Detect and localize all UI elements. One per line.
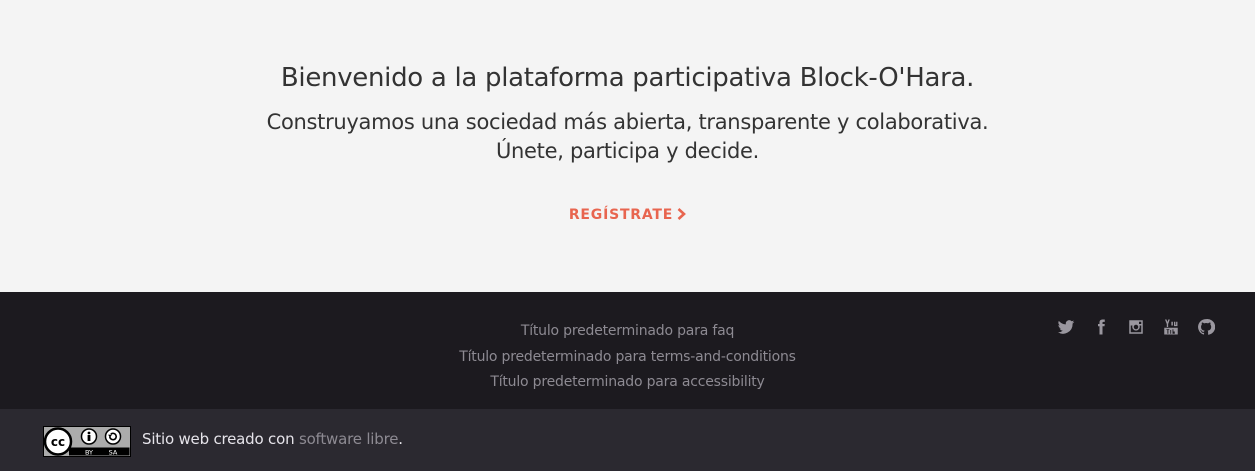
instagram-icon[interactable]: [1127, 318, 1145, 336]
twitter-icon[interactable]: [1057, 318, 1075, 336]
welcome-title: Bienvenido a la plataforma participativa…: [280, 63, 975, 93]
credit-suffix: .: [398, 430, 403, 448]
sub-footer: cc BY SA Sitio web creado con software l…: [0, 409, 1255, 471]
social-links: [1057, 318, 1215, 336]
welcome-subtitle: Construyamos una sociedad más abierta, t…: [0, 108, 1255, 166]
creative-commons-by-sa-icon[interactable]: cc BY SA: [43, 426, 131, 457]
credit-text: Sitio web creado con software libre.: [142, 430, 403, 448]
footer: Título predeterminado para faq Título pr…: [0, 292, 1255, 409]
software-libre-link[interactable]: software libre: [299, 430, 399, 448]
facebook-icon[interactable]: [1092, 318, 1110, 336]
svg-text:BY: BY: [85, 449, 93, 457]
footer-link-accessibility[interactable]: Título predeterminado para accessibility: [0, 370, 1255, 396]
hero-section: Bienvenido a la plataforma participativa…: [0, 0, 1255, 292]
chevron-right-icon: [677, 208, 687, 224]
footer-link-terms[interactable]: Título predeterminado para terms-and-con…: [0, 345, 1255, 371]
register-button[interactable]: REGÍSTRATE: [0, 207, 1255, 224]
subtitle-line-1: Construyamos una sociedad más abierta, t…: [266, 110, 989, 134]
youtube-icon[interactable]: [1162, 318, 1180, 336]
register-label: REGÍSTRATE: [568, 207, 674, 223]
svg-text:cc: cc: [51, 435, 65, 449]
svg-text:SA: SA: [109, 449, 118, 457]
subtitle-line-2: Únete, participa y decide.: [495, 139, 760, 163]
credit-prefix: Sitio web creado con: [142, 430, 299, 448]
github-icon[interactable]: [1197, 318, 1215, 336]
